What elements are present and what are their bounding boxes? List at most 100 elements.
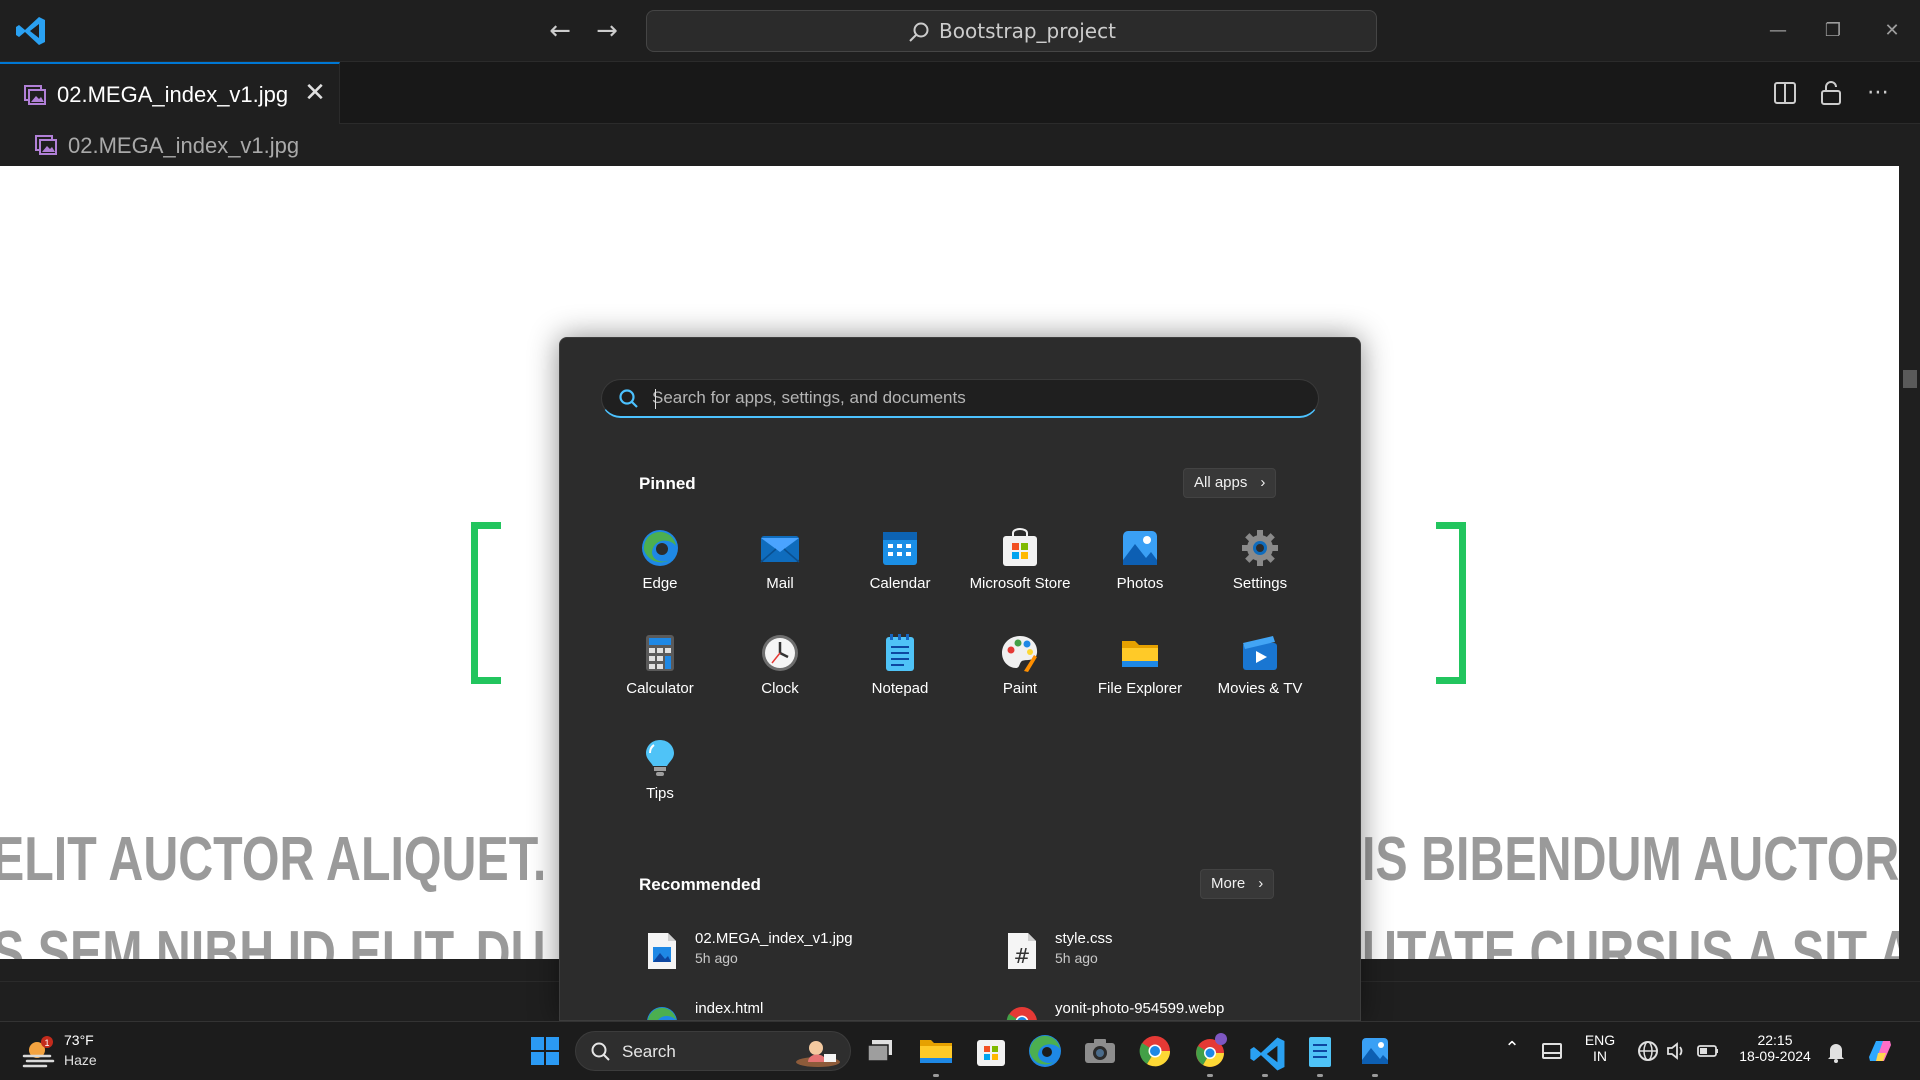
vscode-taskbar-icon[interactable] — [1245, 1031, 1285, 1071]
vertical-scrollbar[interactable] — [1899, 166, 1920, 959]
running-indicator — [1372, 1074, 1378, 1077]
left-bracket-graphic — [471, 522, 501, 684]
calculator-icon — [646, 635, 674, 671]
running-indicator — [933, 1074, 939, 1077]
image-file-icon — [648, 933, 676, 969]
restore-icon[interactable]: ❐ — [1813, 14, 1853, 48]
app-label: Photos — [1116, 575, 1164, 592]
editor-tab-bar: 02.MEGA_index_v1.jpg ✕ ⋯ — [0, 62, 1920, 124]
pinned-app-microsoft-store[interactable]: Microsoft Store — [960, 528, 1080, 618]
scrollbar-thumb[interactable] — [1903, 370, 1917, 388]
svg-text:#: # — [1014, 944, 1031, 968]
running-indicator — [1262, 1074, 1268, 1077]
pinned-app-movies-tv[interactable]: Movies & TV — [1200, 633, 1320, 723]
app-label: File Explorer — [1097, 680, 1183, 697]
recommended-item[interactable]: # style.css 5h ago — [999, 928, 1329, 976]
pinned-app-edge[interactable]: Edge — [600, 528, 720, 618]
app-label: Edge — [642, 575, 678, 592]
notepad-taskbar-icon[interactable] — [1300, 1031, 1340, 1071]
chrome-profile-taskbar-icon[interactable] — [1190, 1031, 1230, 1071]
recommended-name: yonit-photo-954599.webp — [1055, 1000, 1225, 1017]
start-search-input[interactable] — [652, 385, 1292, 411]
chevron-right-icon: › — [1260, 474, 1266, 491]
pinned-app-paint[interactable]: Paint — [960, 633, 1080, 723]
pinned-app-mail[interactable]: Mail — [720, 528, 840, 618]
camera-taskbar-icon[interactable] — [1080, 1031, 1120, 1071]
recommended-name: 02.MEGA_index_v1.jpg — [695, 930, 853, 947]
editor-tab-image[interactable]: 02.MEGA_index_v1.jpg ✕ — [0, 62, 340, 124]
minimize-icon[interactable]: — — [1758, 14, 1798, 48]
chrome-taskbar-icon[interactable] — [1135, 1031, 1175, 1071]
recommended-item[interactable]: yonit-photo-954599.webp — [999, 998, 1329, 1020]
pinned-heading: Pinned — [639, 474, 696, 493]
app-label: Notepad — [871, 680, 929, 697]
pinned-app-file-explorer[interactable]: File Explorer — [1080, 633, 1200, 723]
movies-icon — [1243, 636, 1277, 670]
pinned-app-tips[interactable]: Tips — [600, 738, 720, 828]
weather-badge: 1 — [44, 1038, 49, 1048]
search-icon — [619, 389, 638, 408]
weather-temperature: 73°F — [64, 1032, 94, 1048]
pinned-app-clock[interactable]: Clock — [720, 633, 840, 723]
taskbar-search[interactable]: Search — [575, 1031, 851, 1071]
back-arrow-icon[interactable]: ← — [543, 14, 577, 48]
edge-file-icon — [647, 1007, 677, 1020]
app-label: Paint — [1002, 680, 1038, 697]
pinned-app-calculator[interactable]: Calculator — [600, 633, 720, 723]
running-indicator — [1207, 1074, 1213, 1077]
language-code: ENG — [1584, 1032, 1616, 1048]
clock-date: 18-09-2024 — [1739, 1048, 1811, 1064]
pinned-app-settings[interactable]: Settings — [1200, 528, 1320, 618]
taskbar-search-label: Search — [622, 1042, 676, 1061]
clock-widget[interactable]: 22:15 18-09-2024 — [1735, 1032, 1815, 1064]
breadcrumb: 02.MEGA_index_v1.jpg — [0, 124, 1920, 166]
recommended-item[interactable]: index.html — [639, 998, 969, 1020]
photos-taskbar-icon[interactable] — [1355, 1031, 1395, 1071]
pinned-app-notepad[interactable]: Notepad — [840, 633, 960, 723]
chevron-right-icon: › — [1258, 875, 1264, 892]
image-file-icon — [35, 135, 57, 155]
pinned-app-photos[interactable]: Photos — [1080, 528, 1200, 618]
copilot-icon[interactable] — [1860, 1031, 1900, 1071]
notepad-icon — [886, 634, 914, 671]
all-apps-button[interactable]: All apps › — [1183, 468, 1277, 498]
input-indicator-icon[interactable] — [1532, 1031, 1572, 1071]
notification-bell-icon[interactable] — [1816, 1031, 1856, 1071]
store-taskbar-icon[interactable] — [971, 1031, 1011, 1071]
language-indicator[interactable]: ENG IN — [1582, 1032, 1618, 1064]
weather-widget[interactable]: 1 73°F Haze — [22, 1030, 142, 1074]
region-code: IN — [1593, 1048, 1607, 1064]
pinned-app-calendar[interactable]: Calendar — [840, 528, 960, 618]
unlock-icon[interactable] — [1813, 76, 1849, 110]
tab-close-icon[interactable]: ✕ — [300, 78, 330, 108]
vscode-logo-icon[interactable] — [14, 14, 48, 48]
command-center-search[interactable]: Bootstrap_project — [646, 10, 1377, 52]
recommended-time: 5h ago — [1055, 950, 1098, 966]
close-window-icon[interactable]: ✕ — [1872, 14, 1912, 48]
chevron-up-icon[interactable]: ⌃ — [1500, 1038, 1524, 1059]
recommended-name: style.css — [1055, 930, 1113, 947]
search-icon — [591, 1042, 610, 1061]
more-actions-icon[interactable]: ⋯ — [1860, 76, 1896, 110]
app-label: Calculator — [626, 680, 694, 697]
task-view-icon[interactable] — [861, 1031, 901, 1071]
file-explorer-taskbar-icon[interactable] — [916, 1031, 956, 1071]
battery-icon[interactable] — [1688, 1031, 1728, 1071]
search-icon — [909, 22, 929, 42]
app-label: Calendar — [869, 575, 931, 592]
recommended-item[interactable]: 02.MEGA_index_v1.jpg 5h ago — [639, 928, 969, 976]
weather-description: Haze — [64, 1052, 97, 1068]
chrome-file-icon — [1006, 1007, 1037, 1020]
css-file-icon: # — [1008, 933, 1036, 969]
edge-taskbar-icon[interactable] — [1025, 1031, 1065, 1071]
clock-icon — [762, 635, 798, 671]
split-editor-icon[interactable] — [1767, 76, 1803, 110]
windows-start-icon[interactable] — [525, 1031, 565, 1071]
all-apps-label: All apps — [1194, 474, 1248, 491]
breadcrumb-file[interactable]: 02.MEGA_index_v1.jpg — [68, 131, 299, 161]
mail-icon — [760, 536, 800, 563]
title-bar: ← → Bootstrap_project — ❐ ✕ — [0, 0, 1920, 62]
start-search-box[interactable] — [601, 379, 1319, 418]
forward-arrow-icon[interactable]: → — [590, 14, 624, 48]
more-button[interactable]: More › — [1200, 869, 1275, 899]
